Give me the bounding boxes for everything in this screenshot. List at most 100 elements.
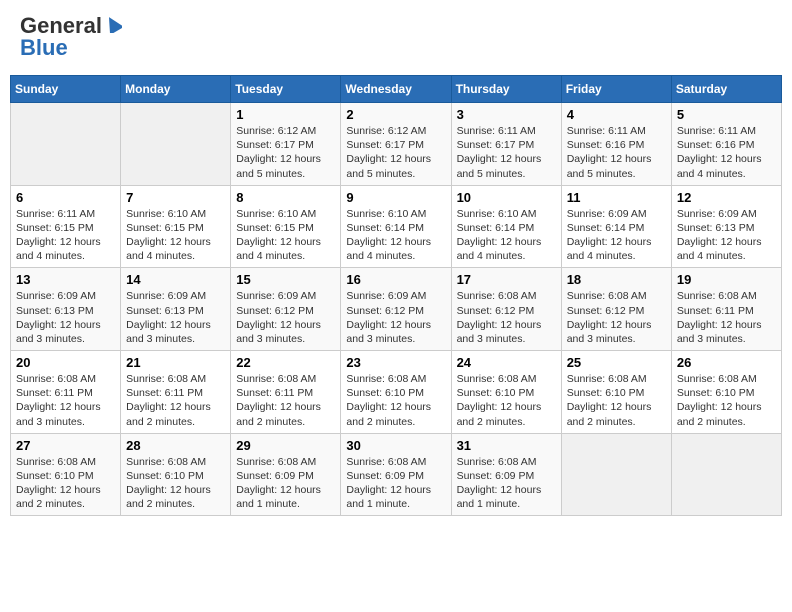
- calendar-cell: 18 Sunrise: 6:08 AM Sunset: 6:12 PM Dayli…: [561, 268, 671, 351]
- day-number: 29: [236, 438, 335, 453]
- day-number: 14: [126, 272, 225, 287]
- calendar-cell: 15 Sunrise: 6:09 AM Sunset: 6:12 PM Dayli…: [231, 268, 341, 351]
- day-number: 3: [457, 107, 556, 122]
- calendar-cell: 11 Sunrise: 6:09 AM Sunset: 6:14 PM Dayli…: [561, 185, 671, 268]
- day-info: Sunrise: 6:08 AM Sunset: 6:11 PM Dayligh…: [677, 289, 776, 346]
- day-info: Sunrise: 6:08 AM Sunset: 6:10 PM Dayligh…: [457, 372, 556, 429]
- day-number: 20: [16, 355, 115, 370]
- calendar-cell: 4Sunrise: 6:11 AM Sunset: 6:16 PM Daylig…: [561, 103, 671, 186]
- day-info: Sunrise: 6:09 AM Sunset: 6:12 PM Dayligh…: [236, 289, 335, 346]
- calendar-cell: 25 Sunrise: 6:08 AM Sunset: 6:10 PM Dayli…: [561, 351, 671, 434]
- calendar-cell: 5 Sunrise: 6:11 AM Sunset: 6:16 PM Daylig…: [671, 103, 781, 186]
- day-info: Sunrise: 6:08 AM Sunset: 6:11 PM Dayligh…: [236, 372, 335, 429]
- calendar-cell: 13 Sunrise: 6:09 AM Sunset: 6:13 PM Dayli…: [11, 268, 121, 351]
- day-number: 9: [346, 190, 445, 205]
- day-number: 27: [16, 438, 115, 453]
- day-number: 19: [677, 272, 776, 287]
- calendar-cell: 31 Sunrise: 6:08 AM Sunset: 6:09 PM Dayli…: [451, 433, 561, 516]
- day-info: Sunrise: 6:09 AM Sunset: 6:14 PM Dayligh…: [567, 207, 666, 264]
- calendar-cell: 28 Sunrise: 6:08 AM Sunset: 6:10 PM Dayli…: [121, 433, 231, 516]
- day-info: Sunrise: 6:09 AM Sunset: 6:12 PM Dayligh…: [346, 289, 445, 346]
- day-number: 15: [236, 272, 335, 287]
- day-number: 1: [236, 107, 335, 122]
- day-number: 8: [236, 190, 335, 205]
- day-info: Sunrise: 6:08 AM Sunset: 6:10 PM Dayligh…: [567, 372, 666, 429]
- calendar-cell: 1 Sunrise: 6:12 AM Sunset: 6:17 PM Daylig…: [231, 103, 341, 186]
- day-number: 25: [567, 355, 666, 370]
- weekday-header-sunday: Sunday: [11, 76, 121, 103]
- calendar-cell: [11, 103, 121, 186]
- weekday-header-wednesday: Wednesday: [341, 76, 451, 103]
- calendar-cell: 2 Sunrise: 6:12 AM Sunset: 6:17 PM Daylig…: [341, 103, 451, 186]
- calendar-cell: 7Sunrise: 6:10 AM Sunset: 6:15 PM Daylig…: [121, 185, 231, 268]
- day-number: 28: [126, 438, 225, 453]
- day-info: Sunrise: 6:11 AM Sunset: 6:16 PM Dayligh…: [677, 124, 776, 181]
- day-info: Sunrise: 6:08 AM Sunset: 6:09 PM Dayligh…: [457, 455, 556, 512]
- day-info: Sunrise: 6:09 AM Sunset: 6:13 PM Dayligh…: [677, 207, 776, 264]
- day-info: Sunrise: 6:08 AM Sunset: 6:10 PM Dayligh…: [126, 455, 225, 512]
- day-number: 6: [16, 190, 115, 205]
- calendar-cell: 12 Sunrise: 6:09 AM Sunset: 6:13 PM Dayli…: [671, 185, 781, 268]
- day-number: 12: [677, 190, 776, 205]
- day-info: Sunrise: 6:08 AM Sunset: 6:11 PM Dayligh…: [16, 372, 115, 429]
- page-header: General Blue: [10, 10, 782, 65]
- calendar-cell: 10Sunrise: 6:10 AM Sunset: 6:14 PM Dayli…: [451, 185, 561, 268]
- day-info: Sunrise: 6:11 AM Sunset: 6:17 PM Dayligh…: [457, 124, 556, 181]
- calendar-cell: 22 Sunrise: 6:08 AM Sunset: 6:11 PM Dayli…: [231, 351, 341, 434]
- weekday-header-tuesday: Tuesday: [231, 76, 341, 103]
- logo-icon: [104, 15, 122, 33]
- calendar-cell: 21Sunrise: 6:08 AM Sunset: 6:11 PM Dayli…: [121, 351, 231, 434]
- day-info: Sunrise: 6:12 AM Sunset: 6:17 PM Dayligh…: [236, 124, 335, 181]
- logo-general-text: General: [20, 15, 102, 37]
- calendar-cell: 23 Sunrise: 6:08 AM Sunset: 6:10 PM Dayli…: [341, 351, 451, 434]
- calendar-cell: 29 Sunrise: 6:08 AM Sunset: 6:09 PM Dayli…: [231, 433, 341, 516]
- calendar-cell: 26 Sunrise: 6:08 AM Sunset: 6:10 PM Dayli…: [671, 351, 781, 434]
- day-info: Sunrise: 6:09 AM Sunset: 6:13 PM Dayligh…: [126, 289, 225, 346]
- day-number: 13: [16, 272, 115, 287]
- day-info: Sunrise: 6:08 AM Sunset: 6:09 PM Dayligh…: [236, 455, 335, 512]
- calendar-cell: 16 Sunrise: 6:09 AM Sunset: 6:12 PM Dayli…: [341, 268, 451, 351]
- day-info: Sunrise: 6:08 AM Sunset: 6:12 PM Dayligh…: [457, 289, 556, 346]
- day-number: 16: [346, 272, 445, 287]
- calendar-week-4: 20 Sunrise: 6:08 AM Sunset: 6:11 PM Dayli…: [11, 351, 782, 434]
- day-info: Sunrise: 6:08 AM Sunset: 6:09 PM Dayligh…: [346, 455, 445, 512]
- day-info: Sunrise: 6:08 AM Sunset: 6:11 PM Dayligh…: [126, 372, 225, 429]
- day-number: 31: [457, 438, 556, 453]
- weekday-header-friday: Friday: [561, 76, 671, 103]
- calendar-cell: 8Sunrise: 6:10 AM Sunset: 6:15 PM Daylig…: [231, 185, 341, 268]
- calendar-week-1: 1 Sunrise: 6:12 AM Sunset: 6:17 PM Daylig…: [11, 103, 782, 186]
- calendar-week-2: 6Sunrise: 6:11 AM Sunset: 6:15 PM Daylig…: [11, 185, 782, 268]
- day-info: Sunrise: 6:10 AM Sunset: 6:14 PM Dayligh…: [457, 207, 556, 264]
- day-number: 22: [236, 355, 335, 370]
- day-number: 18: [567, 272, 666, 287]
- day-number: 2: [346, 107, 445, 122]
- weekday-header-saturday: Saturday: [671, 76, 781, 103]
- day-info: Sunrise: 6:09 AM Sunset: 6:13 PM Dayligh…: [16, 289, 115, 346]
- day-info: Sunrise: 6:08 AM Sunset: 6:12 PM Dayligh…: [567, 289, 666, 346]
- day-info: Sunrise: 6:08 AM Sunset: 6:10 PM Dayligh…: [677, 372, 776, 429]
- day-number: 7: [126, 190, 225, 205]
- calendar-cell: 20 Sunrise: 6:08 AM Sunset: 6:11 PM Dayli…: [11, 351, 121, 434]
- weekday-header-thursday: Thursday: [451, 76, 561, 103]
- day-info: Sunrise: 6:12 AM Sunset: 6:17 PM Dayligh…: [346, 124, 445, 181]
- day-number: 30: [346, 438, 445, 453]
- day-number: 17: [457, 272, 556, 287]
- calendar-cell: 24Sunrise: 6:08 AM Sunset: 6:10 PM Dayli…: [451, 351, 561, 434]
- day-info: Sunrise: 6:08 AM Sunset: 6:10 PM Dayligh…: [16, 455, 115, 512]
- calendar-cell: 17 Sunrise: 6:08 AM Sunset: 6:12 PM Dayli…: [451, 268, 561, 351]
- day-info: Sunrise: 6:10 AM Sunset: 6:14 PM Dayligh…: [346, 207, 445, 264]
- calendar-cell: 27 Sunrise: 6:08 AM Sunset: 6:10 PM Dayli…: [11, 433, 121, 516]
- day-number: 11: [567, 190, 666, 205]
- calendar-week-5: 27 Sunrise: 6:08 AM Sunset: 6:10 PM Dayli…: [11, 433, 782, 516]
- calendar-cell: [671, 433, 781, 516]
- day-number: 4: [567, 107, 666, 122]
- day-info: Sunrise: 6:08 AM Sunset: 6:10 PM Dayligh…: [346, 372, 445, 429]
- day-number: 5: [677, 107, 776, 122]
- calendar-week-3: 13 Sunrise: 6:09 AM Sunset: 6:13 PM Dayli…: [11, 268, 782, 351]
- weekday-header-row: SundayMondayTuesdayWednesdayThursdayFrid…: [11, 76, 782, 103]
- weekday-header-monday: Monday: [121, 76, 231, 103]
- day-number: 26: [677, 355, 776, 370]
- day-number: 23: [346, 355, 445, 370]
- calendar-cell: 6Sunrise: 6:11 AM Sunset: 6:15 PM Daylig…: [11, 185, 121, 268]
- calendar-cell: 14 Sunrise: 6:09 AM Sunset: 6:13 PM Dayli…: [121, 268, 231, 351]
